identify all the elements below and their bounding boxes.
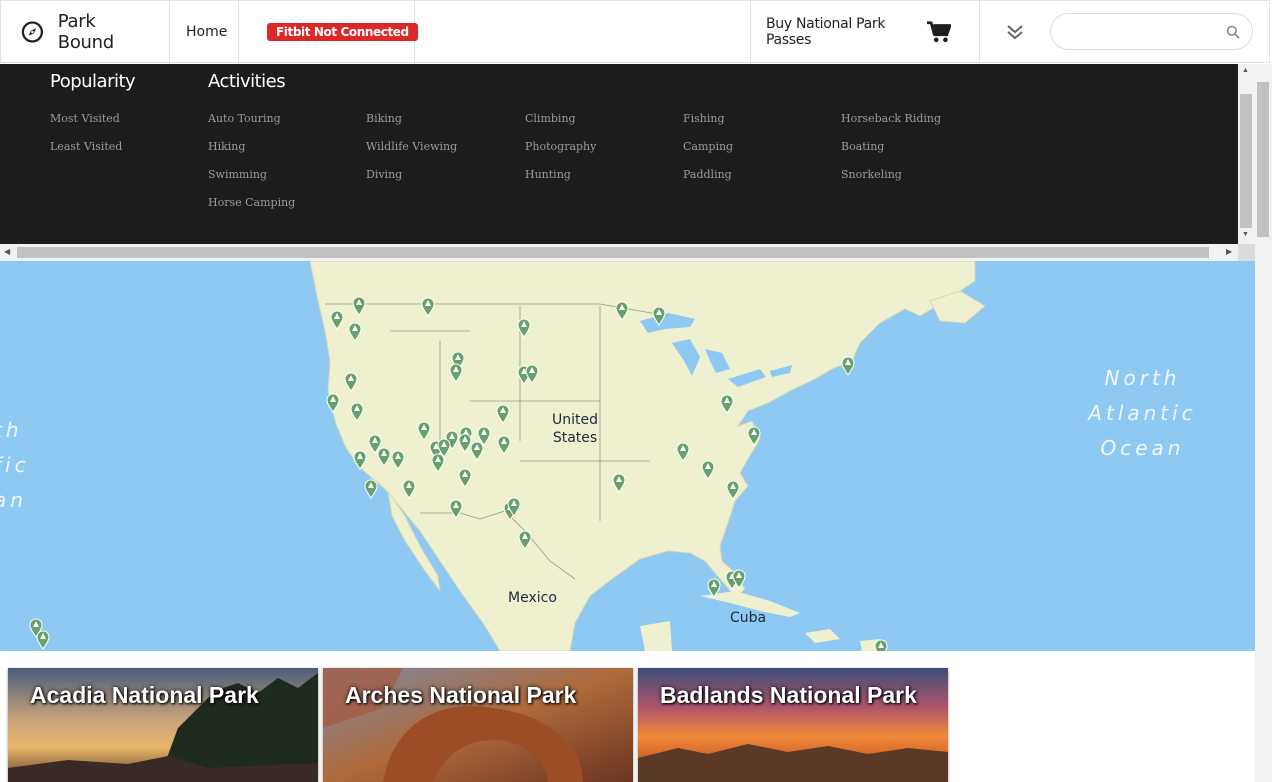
map-label-north-atlantic: North Atlantic Ocean: [1080, 361, 1205, 466]
menu-item-boating[interactable]: Boating: [841, 140, 884, 153]
shopping-cart-icon: [927, 20, 951, 42]
park-map[interactable]: United States Mexico Cuba North Atlantic…: [0, 261, 1255, 651]
map-label-cuba: Cuba: [730, 610, 767, 626]
top-navbar: Park Bound Home Fitbit Not Connected Buy…: [0, 0, 1270, 63]
brand-name: Park Bound: [57, 10, 114, 53]
menu-item-biking[interactable]: Biking: [366, 112, 402, 125]
menu-item-snorkeling[interactable]: Snorkeling: [841, 168, 902, 181]
park-cards: Acadia National Park Arches National Par…: [8, 668, 948, 782]
park-card-title: Acadia National Park: [30, 682, 259, 708]
menu-item-fishing[interactable]: Fishing: [683, 112, 725, 125]
buy-passes-link[interactable]: Buy National Park Passes: [750, 1, 980, 62]
menu-item-least-visited[interactable]: Least Visited: [50, 140, 122, 153]
menu-item-camping[interactable]: Camping: [683, 140, 733, 153]
map-label-united-states-text: United States: [552, 412, 598, 446]
map-label-mexico: Mexico: [508, 590, 557, 606]
compass-icon: [21, 20, 44, 43]
park-card-title: Badlands National Park: [660, 682, 917, 708]
park-card-title: Arches National Park: [345, 682, 577, 708]
more-menu-toggle[interactable]: [980, 1, 1050, 62]
menu-item-swimming[interactable]: Swimming: [208, 168, 267, 181]
park-card-arches[interactable]: Arches National Park: [323, 668, 633, 782]
search-box: [1050, 13, 1253, 50]
search-input[interactable]: [1065, 14, 1229, 49]
menu-item-horse-camping[interactable]: Horse Camping: [208, 196, 295, 209]
menu-item-auto-touring[interactable]: Auto Touring: [208, 112, 281, 125]
nav-home-link[interactable]: Home: [170, 1, 239, 62]
park-card-acadia[interactable]: Acadia National Park: [8, 668, 318, 782]
park-marker-icon[interactable]: [874, 639, 888, 651]
search-container: [1050, 1, 1269, 62]
search-icon[interactable]: [1226, 25, 1240, 39]
page-scrollbar[interactable]: [1255, 64, 1272, 782]
dropdown-menu: Popularity Activities Most Visited Least…: [0, 64, 1238, 244]
north-america-land: [309, 261, 976, 651]
scroll-right-arrow-icon[interactable]: ▶: [1226, 247, 1232, 256]
park-marker-icon[interactable]: [364, 479, 378, 499]
menu-horizontal-scroll-thumb[interactable]: [17, 247, 1209, 258]
popularity-heading: Popularity: [50, 71, 136, 92]
pacific-word-2: fic: [0, 453, 30, 477]
menu-item-diving[interactable]: Diving: [366, 168, 402, 181]
page-scroll-thumb[interactable]: [1257, 82, 1269, 237]
fitbit-status-badge[interactable]: Fitbit Not Connected: [267, 22, 418, 41]
map-label-united-states: United States: [545, 411, 605, 447]
park-card-badlands[interactable]: Badlands National Park: [638, 668, 948, 782]
menu-item-horseback-riding[interactable]: Horseback Riding: [841, 112, 941, 125]
menu-vertical-scroll-thumb[interactable]: [1240, 94, 1252, 228]
map-label-pacific-partial: th fic an: [0, 413, 34, 518]
double-chevron-down-icon: [1007, 24, 1023, 39]
menu-item-hiking[interactable]: Hiking: [208, 140, 245, 153]
scroll-down-arrow-icon[interactable]: ▼: [1242, 231, 1249, 238]
menu-vertical-scrollbar[interactable]: ▲ ▼: [1238, 64, 1255, 244]
menu-item-climbing[interactable]: Climbing: [525, 112, 576, 125]
ocean-word-1: North: [1104, 366, 1181, 390]
menu-item-photography[interactable]: Photography: [525, 140, 596, 153]
scrollbar-corner: [1238, 244, 1255, 261]
pacific-word-1: th: [0, 418, 23, 442]
park-marker-icon[interactable]: [36, 630, 50, 650]
ocean-word-2: Atlantic: [1088, 401, 1197, 425]
menu-item-most-visited[interactable]: Most Visited: [50, 112, 120, 125]
navbar-spacer: [415, 1, 750, 62]
map-canvas: [29, 261, 986, 651]
menu-item-paddling[interactable]: Paddling: [683, 168, 732, 181]
scroll-up-arrow-icon[interactable]: ▲: [1242, 67, 1249, 74]
activities-heading: Activities: [208, 71, 286, 92]
menu-item-wildlife-viewing[interactable]: Wildlife Viewing: [366, 140, 457, 153]
ocean-word-3: Ocean: [1100, 436, 1185, 460]
pacific-word-3: an: [0, 488, 27, 512]
scroll-left-arrow-icon[interactable]: ◀: [4, 247, 10, 256]
brand[interactable]: Park Bound: [1, 1, 170, 62]
park-marker-icon[interactable]: [841, 356, 855, 376]
buy-passes-label: Buy National Park Passes: [766, 15, 886, 48]
fitbit-status: Fitbit Not Connected: [239, 1, 418, 62]
menu-item-hunting[interactable]: Hunting: [525, 168, 571, 181]
menu-horizontal-scrollbar[interactable]: ◀ ▶: [0, 244, 1238, 261]
